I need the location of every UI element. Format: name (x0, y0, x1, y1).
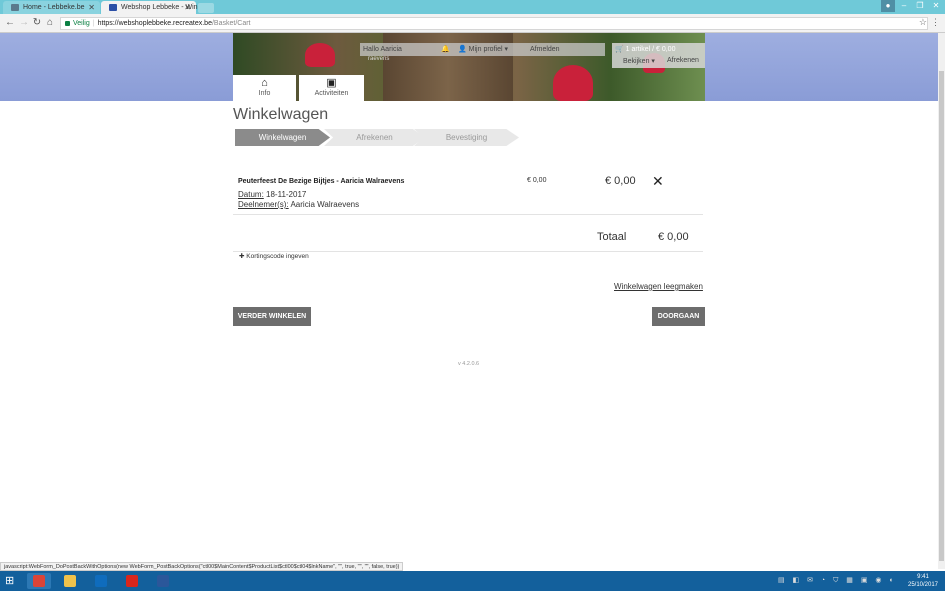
taskbar-clock[interactable]: 9:41 25/10/2017 (905, 573, 941, 589)
profile-menu[interactable]: 👤 Mijn profiel ▾ (458, 43, 508, 56)
secure-label: Veilig (73, 20, 90, 27)
divider (233, 214, 703, 215)
username-fragment: raevens (368, 56, 390, 62)
taskbar: ⊞ ▤ ◧ ✉ ◔ ⛉ ▦ ▣ ◉ ◐ 9:41 25/10/2017 (0, 571, 945, 591)
scrollbar-thumb[interactable] (939, 71, 944, 561)
cart-item-name[interactable]: Peuterfeest De Bezige Bijtjes - Aaricia … (238, 178, 404, 185)
user-bar: Hallo Aaricia 🔔 👤 Mijn profiel ▾ Afmelde… (360, 43, 605, 56)
calendar-icon: ▣ (326, 77, 337, 89)
date-value: 18-11-2017 (263, 190, 307, 199)
url-host: https://webshoplebbeke.recreatex.be (97, 20, 212, 27)
cart-item-total: € 0,00 (605, 175, 636, 187)
browser-tab-strip: Home - Lebbeke.be ✕ Webshop Lebbeke - Wi… (0, 0, 945, 14)
nav-label: Info (258, 90, 271, 97)
outlook-icon[interactable] (89, 573, 113, 589)
browser-tab-home[interactable]: Home - Lebbeke.be ✕ (3, 1, 100, 14)
close-tab-icon[interactable]: ✕ (184, 1, 191, 14)
page-scrollbar[interactable] (938, 33, 945, 569)
minimize-icon[interactable]: – (897, 0, 911, 12)
restore-icon[interactable]: ❐ (913, 0, 927, 12)
site-header: Hallo Aaricia 🔔 👤 Mijn profiel ▾ Afmelde… (0, 33, 938, 101)
windows-start-icon[interactable]: ⊞ (5, 575, 17, 587)
forward-icon[interactable]: → (18, 17, 30, 29)
logout-link[interactable]: Afmelden (530, 43, 560, 56)
proceed-button[interactable]: DOORGAAN (652, 307, 705, 326)
cart-checkout-link[interactable]: Afrekenen (667, 57, 699, 64)
chrome-icon[interactable] (27, 573, 51, 589)
step-bevestiging: Bevestiging (414, 129, 519, 146)
bell-icon[interactable]: 🔔 (441, 43, 450, 56)
total-value: € 0,00 (658, 231, 689, 243)
browser-tab-webshop[interactable]: Webshop Lebbeke - Win ✕ (101, 1, 198, 14)
home-icon[interactable]: ⌂ (44, 17, 56, 29)
lock-icon (65, 20, 70, 26)
tab-title: Home - Lebbeke.be (23, 4, 85, 11)
step-afrekenen: Afrekenen (324, 129, 425, 146)
step-winkelwagen: Winkelwagen (235, 129, 330, 146)
participants-label: Deelnemer(s): (238, 200, 289, 209)
bookmark-star-icon[interactable]: ☆ (919, 17, 927, 28)
mini-cart: 🛒 1 artikel / € 0,00 Bekijken ▾ Afrekene… (612, 43, 705, 68)
system-tray-icons[interactable]: ▤ ◧ ✉ ◔ ⛉ ▦ ▣ ◉ ◐ (778, 576, 908, 586)
profile-label: Mijn profiel ▾ (468, 46, 508, 53)
participants-value: Aaricia Walraevens (288, 200, 360, 209)
cart-view-button[interactable]: Bekijken ▾ (623, 57, 655, 65)
browser-toolbar: ← → ↻ ⌂ Veilig | https://webshoplebbeke.re… (0, 14, 945, 33)
continue-shopping-button[interactable]: VERDER WINKELEN (233, 307, 311, 326)
file-explorer-icon[interactable] (58, 573, 82, 589)
profile-icon[interactable]: ● (881, 0, 895, 12)
new-tab-button[interactable] (198, 3, 214, 13)
url-path: /Basket/Cart (211, 20, 251, 27)
acrobat-icon[interactable] (120, 573, 144, 589)
back-icon[interactable]: ← (4, 17, 16, 29)
cart-item-participants: Deelnemer(s): Aaricia Walraevens (238, 200, 359, 209)
greeting: Hallo Aaricia (363, 46, 402, 53)
total-label: Totaal (597, 231, 627, 243)
word-icon[interactable] (151, 573, 175, 589)
close-tab-icon[interactable]: ✕ (88, 1, 95, 14)
cart-item-date: Datum: 18-11-2017 (238, 190, 306, 199)
reload-icon[interactable]: ↻ (31, 17, 43, 29)
nav-label: Activiteiten (314, 90, 349, 97)
page-title: Winkelwagen (233, 106, 329, 123)
close-window-icon[interactable]: ✕ (929, 0, 943, 12)
favicon-icon (109, 4, 117, 11)
discount-code-link[interactable]: ✚ Kortingscode ingeven (239, 252, 309, 260)
nav-tab-activiteiten[interactable]: ▣ Activiteiten (299, 75, 364, 101)
clear-cart-link[interactable]: Winkelwagen leegmaken (614, 282, 703, 291)
home-icon: ⌂ (261, 77, 268, 89)
cart-item-price: € 0,00 (527, 177, 547, 184)
browser-status-bar: javascript:WebForm_DoPostBackWithOptions… (0, 562, 404, 571)
menu-icon[interactable]: ⋮ (931, 17, 940, 28)
favicon-icon (11, 4, 19, 11)
version-label: v 4.2.0.6 (458, 361, 480, 367)
clock-date: 25/10/2017 (907, 582, 939, 588)
address-bar[interactable]: Veilig | https://webshoplebbeke.recreatex.… (60, 17, 928, 30)
date-label: Datum: (238, 190, 264, 199)
nav-tab-info[interactable]: ⌂ Info (233, 75, 296, 101)
clock-time: 9:41 (917, 574, 929, 580)
remove-item-icon[interactable]: ✕ (652, 173, 664, 189)
cart-summary: 🛒 1 artikel / € 0,00 (615, 46, 676, 53)
